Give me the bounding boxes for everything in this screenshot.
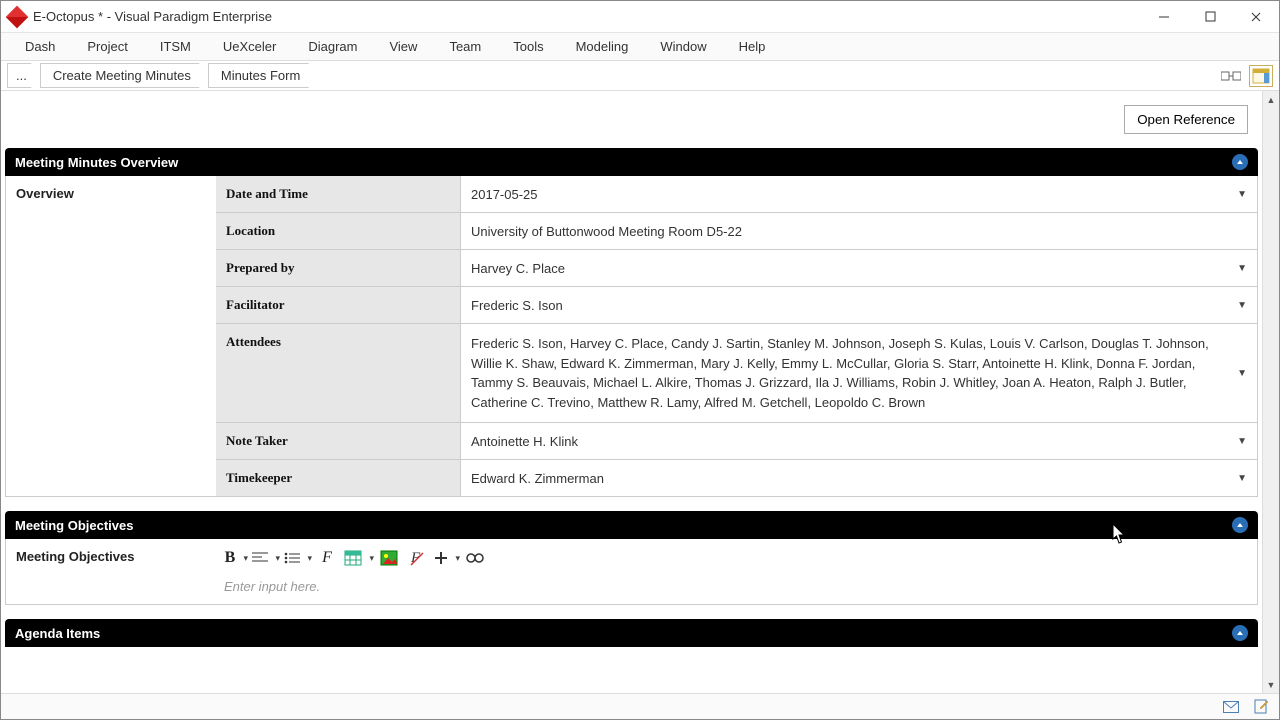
insert-button[interactable] (434, 547, 458, 569)
field-value-datetime[interactable]: 2017-05-25 ▼ (461, 176, 1257, 212)
overview-body: Overview Date and Time 2017-05-25 ▼ Loca… (5, 176, 1258, 497)
table-button[interactable] (344, 547, 372, 569)
field-label-facilitator: Facilitator (216, 287, 461, 323)
chevron-down-icon: ▼ (1229, 300, 1247, 311)
clear-format-button[interactable]: F (406, 547, 428, 569)
collapse-objectives-icon[interactable] (1232, 517, 1248, 533)
font-button[interactable]: F (316, 547, 338, 569)
section-header-objectives: Meeting Objectives (5, 511, 1258, 539)
window-controls (1141, 1, 1279, 33)
field-label-preparedby: Prepared by (216, 250, 461, 286)
menu-help[interactable]: Help (723, 35, 782, 58)
bold-button[interactable]: B (224, 547, 246, 569)
menu-diagram[interactable]: Diagram (292, 35, 373, 58)
chevron-down-icon: ▼ (1229, 263, 1247, 274)
rich-text-toolbar: B F (222, 543, 1251, 573)
menu-project[interactable]: Project (71, 35, 143, 58)
mail-icon[interactable] (1223, 699, 1239, 715)
section-header-agenda: Agenda Items (5, 619, 1258, 647)
menu-tools[interactable]: Tools (497, 35, 559, 58)
menu-team[interactable]: Team (433, 35, 497, 58)
edit-icon[interactable] (1253, 699, 1269, 715)
field-label-timekeeper: Timekeeper (216, 460, 461, 496)
collapse-overview-icon[interactable] (1232, 154, 1248, 170)
field-label-attendees: Attendees (216, 324, 461, 422)
titlebar: E-Octopus * - Visual Paradigm Enterprise (1, 1, 1279, 33)
menu-dash[interactable]: Dash (9, 35, 71, 58)
field-value-timekeeper[interactable]: Edward K. Zimmerman ▼ (461, 460, 1257, 496)
vertical-scrollbar[interactable]: ▲ ▼ (1262, 91, 1279, 693)
field-value-facilitator[interactable]: Frederic S. Ison ▼ (461, 287, 1257, 323)
field-value-notetaker[interactable]: Antoinette H. Klink ▼ (461, 423, 1257, 459)
menu-uexceler[interactable]: UeXceler (207, 35, 292, 58)
collapse-agenda-icon[interactable] (1232, 625, 1248, 641)
menu-modeling[interactable]: Modeling (560, 35, 645, 58)
menu-window[interactable]: Window (644, 35, 722, 58)
layout-icon-1[interactable] (1219, 65, 1243, 87)
list-button[interactable] (284, 547, 310, 569)
menu-itsm[interactable]: ITSM (144, 35, 207, 58)
find-button[interactable] (464, 547, 486, 569)
breadcrumb-minutes-form[interactable]: Minutes Form (208, 63, 318, 88)
field-label-notetaker: Note Taker (216, 423, 461, 459)
section-title-objectives: Meeting Objectives (15, 518, 133, 533)
chevron-down-icon: ▼ (1229, 436, 1247, 447)
statusbar (1, 693, 1279, 719)
section-header-overview: Meeting Minutes Overview (5, 148, 1258, 176)
chevron-down-icon: ▼ (1229, 368, 1247, 379)
app-icon (6, 5, 29, 28)
section-title-agenda: Agenda Items (15, 626, 100, 641)
menu-view[interactable]: View (373, 35, 433, 58)
open-reference-button[interactable]: Open Reference (1124, 105, 1248, 134)
overview-left-label: Overview (6, 176, 216, 496)
close-button[interactable] (1233, 1, 1279, 33)
field-label-datetime: Date and Time (216, 176, 461, 212)
scroll-down-arrow[interactable]: ▼ (1263, 676, 1279, 693)
content-area: Open Reference Meeting Minutes Overview … (1, 91, 1279, 693)
scroll-track[interactable] (1263, 108, 1279, 676)
field-value-location[interactable]: University of Buttonwood Meeting Room D5… (461, 213, 1257, 249)
field-value-preparedby[interactable]: Harvey C. Place ▼ (461, 250, 1257, 286)
image-button[interactable] (378, 547, 400, 569)
breadcrumb-create-meeting[interactable]: Create Meeting Minutes (40, 63, 209, 88)
form-scroll: Open Reference Meeting Minutes Overview … (1, 91, 1262, 693)
overview-table: Date and Time 2017-05-25 ▼ Location Univ… (216, 176, 1257, 496)
chevron-down-icon: ▼ (1229, 189, 1247, 200)
window-title: E-Octopus * - Visual Paradigm Enterprise (33, 9, 272, 24)
objectives-left-label: Meeting Objectives (6, 539, 216, 604)
section-title-overview: Meeting Minutes Overview (15, 155, 178, 170)
objectives-input[interactable]: Enter input here. (222, 573, 1251, 600)
breadcrumb-bar: ... Create Meeting Minutes Minutes Form (1, 61, 1279, 91)
breadcrumb-root[interactable]: ... (7, 63, 41, 88)
menubar: Dash Project ITSM UeXceler Diagram View … (1, 33, 1279, 61)
maximize-button[interactable] (1187, 1, 1233, 33)
chevron-down-icon: ▼ (1229, 473, 1247, 484)
scroll-up-arrow[interactable]: ▲ (1263, 91, 1279, 108)
align-button[interactable] (252, 547, 278, 569)
minimize-button[interactable] (1141, 1, 1187, 33)
layout-icon-2[interactable] (1249, 65, 1273, 87)
objectives-body: Meeting Objectives B F (5, 539, 1258, 605)
field-value-attendees[interactable]: Frederic S. Ison, Harvey C. Place, Candy… (461, 324, 1257, 422)
field-label-location: Location (216, 213, 461, 249)
